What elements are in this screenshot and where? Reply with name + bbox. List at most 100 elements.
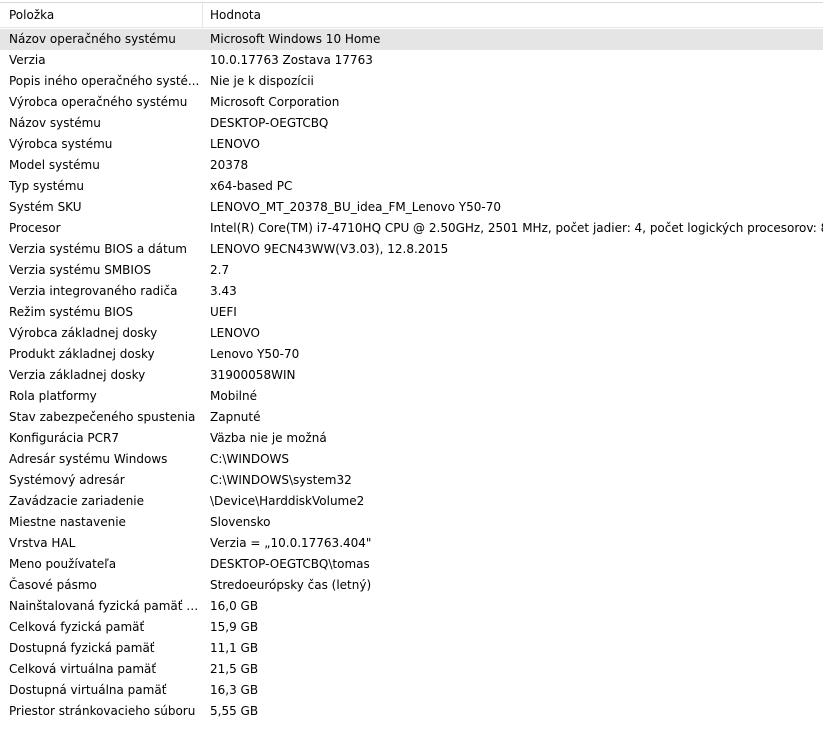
row-item-value: DESKTOP-OEGTCBQ\tomas [210, 557, 370, 571]
list-row[interactable]: Verzia systému BIOS a dátum LENOVO 9ECN43… [0, 239, 823, 260]
row-item-name: Verzia integrovaného radiča [9, 284, 178, 298]
row-item-value: C:\WINDOWS [210, 452, 290, 466]
row-item-name: Časové pásmo [9, 578, 97, 592]
row-item-name: Názov operačného systému [9, 32, 176, 46]
row-item-value: 2.7 [210, 263, 230, 277]
row-item-value: 15,9 GB [210, 620, 259, 634]
row-item-value: 5,55 GB [210, 704, 259, 718]
list-row[interactable]: Dostupná fyzická pamäť 11,1 GB [0, 638, 823, 659]
row-item-value: 31900058WIN [210, 368, 296, 382]
list-row[interactable]: Celková fyzická pamäť 15,9 GB [0, 617, 823, 638]
row-item-name: Zavádzacie zariadenie [9, 494, 145, 508]
system-summary-list-view: Položka Hodnota Názov operačného systému… [0, 0, 823, 742]
list-rows: Názov operačného systému Microsoft Window… [0, 29, 823, 722]
list-row[interactable]: Celková virtuálna pamäť 21,5 GB [0, 659, 823, 680]
list-row[interactable]: Popis iného operačného systé... Nie je k … [0, 71, 823, 92]
row-item-name: Dostupná virtuálna pamäť [9, 683, 167, 697]
list-row[interactable]: Adresár systému Windows C:\WINDOWS [0, 449, 823, 470]
row-item-name: Nainštalovaná fyzická pamäť (R... [9, 599, 202, 613]
row-item-name: Verzia systému BIOS a dátum [9, 242, 187, 256]
row-item-value: Nie je k dispozícii [210, 74, 314, 88]
row-item-name: Výrobca systému [9, 137, 113, 151]
list-row[interactable]: Vrstva HAL Verzia = „10.0.17763.404" [0, 533, 823, 554]
row-item-name: Celková virtuálna pamäť [9, 662, 157, 676]
list-row[interactable]: Verzia základnej dosky 31900058WIN [0, 365, 823, 386]
column-header-item[interactable]: Položka [0, 3, 202, 27]
list-row[interactable]: Priestor stránkovacieho súboru 5,55 GB [0, 701, 823, 722]
row-item-name: Verzia základnej dosky [9, 368, 146, 382]
row-item-name: Verzia systému SMBIOS [9, 263, 152, 277]
row-item-name: Popis iného operačného systé... [9, 74, 200, 88]
list-row[interactable]: Stav zabezpečeného spustenia Zapnuté [0, 407, 823, 428]
row-item-value: 11,1 GB [210, 641, 259, 655]
row-item-value: x64-based PC [210, 179, 293, 193]
row-item-value: DESKTOP-OEGTCBQ [210, 116, 329, 130]
list-row[interactable]: Systémový adresár C:\WINDOWS\system32 [0, 470, 823, 491]
row-item-value: LENOVO 9ECN43WW(V3.03), 12.8.2015 [210, 242, 449, 256]
row-item-value: Slovensko [210, 515, 271, 529]
row-item-value: LENOVO [210, 137, 260, 151]
list-row[interactable]: Produkt základnej dosky Lenovo Y50-70 [0, 344, 823, 365]
row-item-value: Mobilné [210, 389, 257, 403]
list-row[interactable]: Názov operačného systému Microsoft Window… [0, 29, 823, 50]
row-item-name: Rola platformy [9, 389, 97, 403]
row-item-value: Verzia = „10.0.17763.404" [210, 536, 372, 550]
row-item-value: Intel(R) Core(TM) i7-4710HQ CPU @ 2.50GH… [210, 221, 823, 235]
row-item-name: Vrstva HAL [9, 536, 76, 550]
list-header: Položka Hodnota [0, 3, 823, 28]
row-item-name: Adresár systému Windows [9, 452, 168, 466]
list-row[interactable]: Výrobca operačného systému Microsoft Corp… [0, 92, 823, 113]
column-header-value[interactable]: Hodnota [202, 3, 823, 27]
row-item-name: Dostupná fyzická pamäť [9, 641, 155, 655]
list-row[interactable]: Systém SKU LENOVO_MT_20378_BU_idea_FM_Len… [0, 197, 823, 218]
list-row[interactable]: Časové pásmo Stredoeurópsky čas (letný) [0, 575, 823, 596]
list-row[interactable]: Verzia systému SMBIOS 2.7 [0, 260, 823, 281]
row-item-name: Názov systému [9, 116, 101, 130]
row-item-value: Zapnuté [210, 410, 261, 424]
row-item-name: Miestne nastavenie [9, 515, 126, 529]
list-row[interactable]: Model systému 20378 [0, 155, 823, 176]
list-row[interactable]: Meno používateľa DESKTOP-OEGTCBQ\tomas [0, 554, 823, 575]
list-row[interactable]: Miestne nastavenie Slovensko [0, 512, 823, 533]
row-item-name: Režim systému BIOS [9, 305, 133, 319]
row-item-name: Celková fyzická pamäť [9, 620, 145, 634]
row-item-value: Stredoeurópsky čas (letný) [210, 578, 372, 592]
row-item-name: Konfigurácia PCR7 [9, 431, 119, 445]
list-row[interactable]: Verzia integrovaného radiča 3.43 [0, 281, 823, 302]
list-row[interactable]: Typ systému x64-based PC [0, 176, 823, 197]
row-item-value: UEFI [210, 305, 237, 319]
row-item-value: 10.0.17763 Zostava 17763 [210, 53, 373, 67]
row-item-name: Procesor [9, 221, 61, 235]
row-item-value: LENOVO [210, 326, 260, 340]
row-item-name: Výrobca operačného systému [9, 95, 188, 109]
row-item-value: 21,5 GB [210, 662, 259, 676]
row-item-name: Meno používateľa [9, 557, 117, 571]
list-row[interactable]: Procesor Intel(R) Core(TM) i7-4710HQ CPU … [0, 218, 823, 239]
list-row[interactable]: Režim systému BIOS UEFI [0, 302, 823, 323]
row-item-value: 20378 [210, 158, 249, 172]
row-item-name: Výrobca základnej dosky [9, 326, 158, 340]
list-row[interactable]: Rola platformy Mobilné [0, 386, 823, 407]
row-item-name: Model systému [9, 158, 100, 172]
list-row[interactable]: Konfigurácia PCR7 Väzba nie je možná [0, 428, 823, 449]
row-item-name: Stav zabezpečeného spustenia [9, 410, 196, 424]
row-item-value: LENOVO_MT_20378_BU_idea_FM_Lenovo Y50-70 [210, 200, 501, 214]
list-row[interactable]: Nainštalovaná fyzická pamäť (R... 16,0 GB [0, 596, 823, 617]
list-row[interactable]: Verzia 10.0.17763 Zostava 17763 [0, 50, 823, 71]
row-item-value: 16,0 GB [210, 599, 259, 613]
list-row[interactable]: Názov systému DESKTOP-OEGTCBQ [0, 113, 823, 134]
list-row[interactable]: Výrobca systému LENOVO [0, 134, 823, 155]
row-item-name: Typ systému [9, 179, 84, 193]
row-item-name: Verzia [9, 53, 46, 67]
row-item-name: Priestor stránkovacieho súboru [9, 704, 196, 718]
row-item-value: C:\WINDOWS\system32 [210, 473, 352, 487]
list-row[interactable]: Výrobca základnej dosky LENOVO [0, 323, 823, 344]
row-item-name: Produkt základnej dosky [9, 347, 155, 361]
list-row[interactable]: Dostupná virtuálna pamäť 16,3 GB [0, 680, 823, 701]
row-item-value: 3.43 [210, 284, 237, 298]
row-item-value: Microsoft Corporation [210, 95, 340, 109]
row-item-name: Systém SKU [9, 200, 82, 214]
row-item-value: Väzba nie je možná [210, 431, 327, 445]
row-item-value: Lenovo Y50-70 [210, 347, 300, 361]
list-row[interactable]: Zavádzacie zariadenie \Device\HarddiskVol… [0, 491, 823, 512]
